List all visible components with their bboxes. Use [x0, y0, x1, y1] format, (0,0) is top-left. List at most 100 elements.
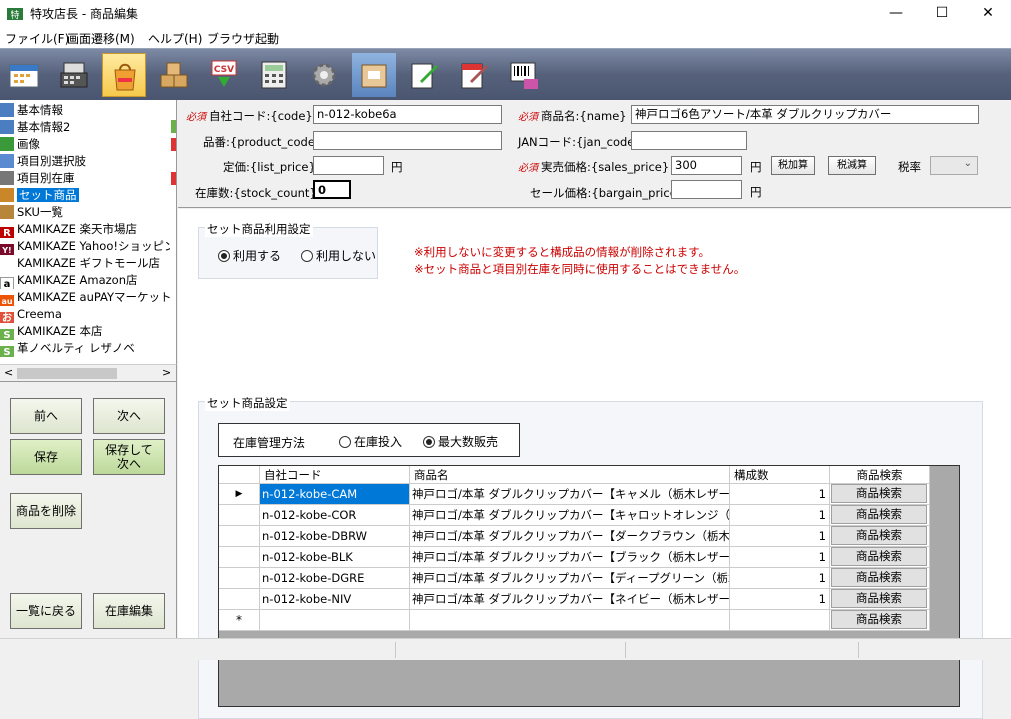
gear-icon[interactable]: [302, 53, 346, 97]
table-row-code[interactable]: n-012-kobe-DBRW: [260, 526, 410, 547]
scroll-right-icon[interactable]: >: [162, 366, 171, 379]
table-row-code[interactable]: n-012-kobe-COR: [260, 505, 410, 526]
delete-product-button[interactable]: 商品を削除: [10, 493, 82, 529]
calculator-icon[interactable]: [252, 53, 296, 97]
menu-file[interactable]: ファイル(F): [5, 30, 69, 47]
nav-basic-info[interactable]: 基本情報: [0, 102, 170, 119]
register-icon[interactable]: [52, 53, 96, 97]
table-row-qty[interactable]: 1: [730, 526, 830, 547]
edit-sheet2-icon[interactable]: [452, 53, 496, 97]
jan-label: JANコード:{jan_code}: [518, 135, 642, 149]
sales-price-field[interactable]: 300: [671, 156, 742, 175]
header-qty[interactable]: 構成数: [730, 466, 830, 484]
shopping-bag-icon[interactable]: [102, 53, 146, 97]
nav-amazon[interactable]: a KAMIKAZE Amazon店: [0, 272, 170, 289]
boxes-icon[interactable]: [152, 53, 196, 97]
calendar-icon[interactable]: [2, 53, 46, 97]
tax-subtract-button[interactable]: 税減算: [828, 156, 876, 175]
new-row-name[interactable]: [410, 610, 730, 631]
product-code-field[interactable]: [313, 131, 502, 150]
csv-download-icon[interactable]: CSV: [202, 53, 246, 97]
row-header: [219, 568, 260, 589]
table-row-qty[interactable]: 1: [730, 568, 830, 589]
table-row-name[interactable]: 神戸ロゴ/本革 ダブルクリップカバー【キャメル（栃木レザー）】: [410, 484, 730, 505]
header-code[interactable]: 自社コード: [260, 466, 410, 484]
product-search-button[interactable]: 商品検索: [831, 610, 927, 629]
nav-sku-list[interactable]: SKU一覧: [0, 204, 170, 221]
header-name[interactable]: 商品名: [410, 466, 730, 484]
table-row-qty[interactable]: 1: [730, 547, 830, 568]
product-search-button[interactable]: 商品検索: [831, 505, 927, 524]
product-search-button[interactable]: 商品検索: [831, 526, 927, 545]
scroll-thumb[interactable]: [17, 368, 117, 379]
yahoo-icon: Y!: [0, 244, 14, 255]
stock-mode-max-radio[interactable]: 最大数販売: [423, 433, 498, 450]
table-row-name[interactable]: 神戸ロゴ/本革 ダブルクリップカバー【ディープグリーン（栃木レザー）】: [410, 568, 730, 589]
form-icon: [0, 120, 14, 134]
product-search-button[interactable]: 商品検索: [831, 589, 927, 608]
checklist-icon: [0, 154, 14, 168]
table-row-name[interactable]: 神戸ロゴ/本革 ダブルクリップカバー【ブラック（栃木レザー）】: [410, 547, 730, 568]
table-row-search-cell: 商品検索: [830, 568, 930, 589]
minimize-button[interactable]: —: [873, 0, 919, 28]
nav-yahoo[interactable]: Y! KAMIKAZE Yahoo!ショッピン…: [0, 238, 170, 255]
nav-options[interactable]: 項目別選択肢: [0, 153, 170, 170]
table-row-code[interactable]: n-012-kobe-NIV: [260, 589, 410, 610]
jan-field[interactable]: [631, 131, 747, 150]
header-search[interactable]: 商品検索: [830, 466, 930, 484]
nav-rakuten[interactable]: R KAMIKAZE 楽天市場店: [0, 221, 170, 238]
menu-browser[interactable]: ブラウザ起動: [207, 30, 279, 47]
code-field[interactable]: n-012-kobe6a: [313, 105, 502, 124]
table-row-qty[interactable]: 1: [730, 484, 830, 505]
use-radio[interactable]: 利用する: [218, 247, 281, 264]
table-row-name[interactable]: 神戸ロゴ/本革 ダブルクリップカバー【キャロットオレンジ（栃木レザー…: [410, 505, 730, 526]
barcode-icon[interactable]: [502, 53, 546, 97]
table-row-name[interactable]: 神戸ロゴ/本革 ダブルクリップカバー【ネイビー（栃木レザー）】: [410, 589, 730, 610]
nav-giftmall[interactable]: KAMIKAZE ギフトモール店: [0, 255, 170, 272]
label-box-icon[interactable]: [352, 53, 396, 97]
window-title: 特攻店長 - 商品編集: [30, 7, 138, 21]
stock-edit-button[interactable]: 在庫編集: [93, 593, 165, 629]
list-price-field[interactable]: [313, 156, 384, 175]
bargain-field[interactable]: [671, 180, 742, 199]
table-row-code[interactable]: n-012-kobe-DGRE: [260, 568, 410, 589]
new-row-code[interactable]: [260, 610, 410, 631]
aupay-icon: au: [0, 295, 14, 306]
save-button[interactable]: 保存: [10, 439, 82, 475]
menu-navigate[interactable]: 画面遷移(M): [67, 30, 135, 47]
tree-scrollbar[interactable]: < >: [0, 364, 177, 381]
table-row-name[interactable]: 神戸ロゴ/本革 ダブルクリップカバー【ダークブラウン（栃木レザー）】: [410, 526, 730, 547]
prev-button[interactable]: 前へ: [10, 398, 82, 434]
back-to-list-button[interactable]: 一覧に戻る: [10, 593, 82, 629]
edit-sheet-icon[interactable]: [402, 53, 446, 97]
next-button[interactable]: 次へ: [93, 398, 165, 434]
tax-add-button[interactable]: 税加算: [771, 156, 815, 175]
product-search-button[interactable]: 商品検索: [831, 484, 927, 503]
nav-creema[interactable]: お Creema: [0, 306, 170, 323]
nav-set-product[interactable]: セット商品: [0, 187, 170, 204]
nav-basic-info2[interactable]: 基本情報2: [0, 119, 170, 136]
warning-text-1: ※利用しないに変更すると構成品の情報が削除されます。: [414, 245, 710, 259]
name-field[interactable]: 神戸ロゴ6色アソート/本革 ダブルクリップカバー: [631, 105, 979, 124]
nav-item-stock[interactable]: 項目別在庫: [0, 170, 170, 187]
table-row-qty[interactable]: 1: [730, 589, 830, 610]
table-row-code[interactable]: n-012-kobe-CAM: [260, 484, 410, 505]
menu-help[interactable]: ヘルプ(H): [148, 30, 202, 47]
stock-mode-stock-radio[interactable]: 在庫投入: [339, 433, 402, 450]
tax-rate-select[interactable]: ⌄: [930, 156, 978, 175]
maximize-button[interactable]: ☐: [919, 0, 965, 28]
product-search-button[interactable]: 商品検索: [831, 547, 927, 566]
nav-honten[interactable]: S KAMIKAZE 本店: [0, 323, 170, 340]
stock-field[interactable]: 0: [313, 180, 351, 199]
product-search-button[interactable]: 商品検索: [831, 568, 927, 587]
nav-leather-novelty[interactable]: S 革ノベルティ レザノベ: [0, 340, 170, 357]
table-row-code[interactable]: n-012-kobe-BLK: [260, 547, 410, 568]
nav-aupay[interactable]: au KAMIKAZE auPAYマーケット…: [0, 289, 170, 306]
close-button[interactable]: ✕: [965, 0, 1011, 28]
save-next-button[interactable]: 保存して 次へ: [93, 439, 165, 475]
new-row-qty[interactable]: [730, 610, 830, 631]
table-row-qty[interactable]: 1: [730, 505, 830, 526]
scroll-left-icon[interactable]: <: [4, 366, 13, 379]
nouse-radio[interactable]: 利用しない: [301, 247, 376, 264]
nav-image[interactable]: 画像: [0, 136, 170, 153]
